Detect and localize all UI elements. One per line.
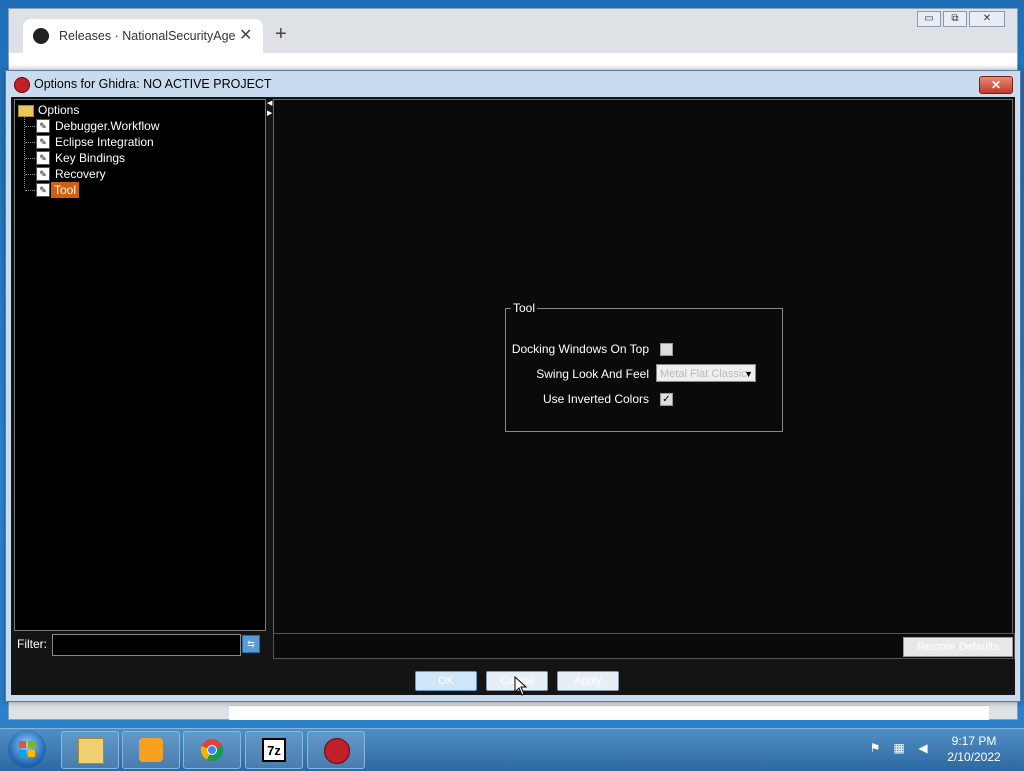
dialog-close-button[interactable]: ✕ [979,76,1013,94]
taskbar-ghidra[interactable] [307,731,365,769]
dialog-titlebar[interactable]: Options for Ghidra: NO ACTIVE PROJECT ✕ [6,71,1020,97]
tree-item-label-selected: Tool [51,182,80,198]
explorer-icon [78,738,104,764]
folder-icon [18,105,34,117]
browser-tab[interactable]: Releases · NationalSecurityAgency ✕ [23,19,263,53]
options-editor-panel: Tool Docking Windows On Top Swing Look A… [273,99,1013,635]
ok-button[interactable]: OK [415,671,477,691]
dialog-title: Options for Ghidra: NO ACTIVE PROJECT [34,77,272,91]
inverted-colors-label: Use Inverted Colors [542,392,649,406]
clock-date[interactable]: 2/10/2022 [938,750,1010,764]
windows-logo-icon [19,741,35,757]
wrench-icon: ✎ [36,135,50,149]
taskbar-chrome[interactable] [183,731,241,769]
media-player-icon [139,738,163,762]
start-button[interactable] [8,730,46,768]
swing-laf-value: Metal Flat Classic [660,368,747,380]
clear-filter-icon[interactable]: ⇆ [242,635,260,653]
mouse-cursor-icon [514,676,528,696]
group-title: Tool [511,301,538,315]
clock-time[interactable]: 9:17 PM [938,734,1010,748]
options-tree[interactable]: Options ✎ Debugger.Workflow ✎ Eclipse In… [14,99,266,631]
filter-input[interactable] [52,634,241,656]
tool-options-group: Tool Docking Windows On Top Swing Look A… [505,301,783,432]
volume-icon[interactable]: ◀ [916,741,930,755]
tab-close-icon[interactable]: ✕ [239,25,252,45]
collapse-left-icon[interactable]: ◀ [267,99,272,107]
dialog-body: Options ✎ Debugger.Workflow ✎ Eclipse In… [11,97,1015,695]
ghidra-logo-icon [14,77,30,93]
ghidra-icon [324,738,350,764]
wrench-icon: ✎ [36,183,50,197]
browser-content-strip [229,705,989,720]
github-icon [33,28,49,44]
tree-item-label: Key Bindings [55,151,126,165]
inverted-colors-checkbox[interactable]: ✓ [660,393,673,406]
docking-windows-checkbox[interactable] [660,343,673,356]
split-pane-divider[interactable]: ◀ ▶ [267,99,272,659]
new-tab-button[interactable]: + [275,23,287,46]
restore-defaults-button[interactable]: Restore Defaults [903,637,1013,657]
browser-close-button[interactable]: ✕ [969,11,1005,27]
chrome-icon [200,739,224,761]
minimize-button[interactable]: ▭ [917,11,941,27]
swing-laf-select[interactable]: Metal Flat Classic ▼ [656,364,756,382]
expand-right-icon[interactable]: ▶ [267,109,272,117]
filter-label: Filter: [17,637,47,651]
7zip-icon: 7z [262,738,286,762]
tree-item-label: Recovery [55,167,106,181]
restore-button[interactable]: ⧉ [943,11,967,27]
tree-root-label: Options [38,103,80,117]
docking-windows-label: Docking Windows On Top [511,342,649,356]
tree-item-label: Eclipse Integration [55,135,154,149]
taskbar: 7z ⚑ ▦ ◀ 9:17 PM 2/10/2022 [0,728,1024,769]
wrench-icon: ✎ [36,151,50,165]
taskbar-media-player[interactable] [122,731,180,769]
options-dialog: Options for Ghidra: NO ACTIVE PROJECT ✕ … [5,70,1021,702]
tree-item-label: Debugger.Workflow [55,119,160,133]
taskbar-7zip[interactable]: 7z [245,731,303,769]
action-center-flag-icon[interactable]: ⚑ [868,741,882,755]
wrench-icon: ✎ [36,167,50,181]
swing-laf-label: Swing Look And Feel [536,367,649,381]
chevron-down-icon: ▼ [744,369,753,379]
wrench-icon: ✎ [36,119,50,133]
apply-button[interactable]: Apply [557,671,619,691]
browser-tab-title: Releases · NationalSecurityAgency [59,29,235,43]
network-icon[interactable]: ▦ [892,741,906,755]
taskbar-explorer[interactable] [61,731,119,769]
